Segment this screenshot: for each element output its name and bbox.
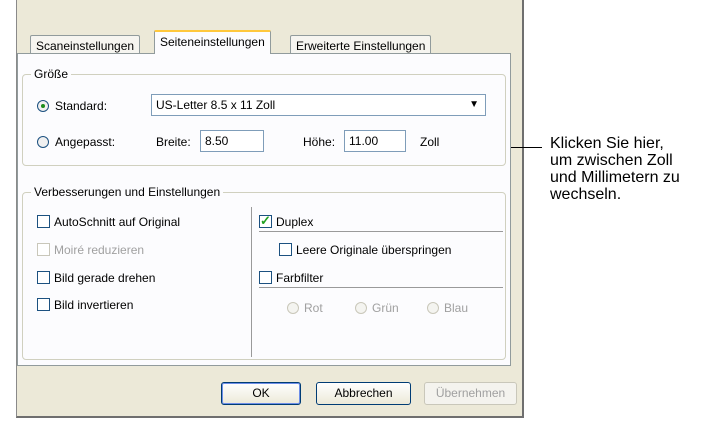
skip-blank-checkbox[interactable] (279, 243, 292, 256)
height-label: Höhe: (303, 135, 336, 149)
callout-line-1: Klicken Sie hier, (550, 135, 664, 152)
duplex-divider (259, 231, 503, 232)
callout-line-4: wechseln. (550, 186, 622, 203)
chevron-down-icon: ▼ (469, 99, 479, 110)
callout-text: Klicken Sie hier, um zwischen Zoll und M… (550, 135, 680, 203)
color-filter-label: Farbfilter (276, 271, 324, 285)
unit-toggle[interactable]: Zoll (420, 135, 439, 149)
page-settings-panel: Größe Standard: US-Letter 8.5 x 11 Zoll … (17, 53, 511, 366)
apply-button[interactable]: Übernehmen (424, 382, 517, 405)
color-filter-divider (259, 287, 503, 288)
duplex-checkbox[interactable] (259, 213, 272, 229)
callout-line-3: und Millimetern zu (550, 169, 680, 186)
custom-radio[interactable] (37, 136, 49, 148)
color-filter-checkbox[interactable] (259, 271, 272, 284)
deskew-checkbox[interactable] (37, 271, 50, 284)
column-divider (251, 207, 252, 357)
tab-page-settings[interactable]: Seiteneinstellungen (154, 30, 271, 54)
blue-label: Blau (444, 301, 469, 315)
tab-label: Seiteneinstellungen (160, 35, 265, 49)
tab-scan-settings[interactable]: Scaneinstellungen (30, 35, 141, 55)
red-radio[interactable] (287, 302, 299, 314)
height-value: 11.00 (349, 134, 379, 148)
tab-advanced-settings[interactable]: Erweiterte Einstellungen (290, 35, 432, 55)
blue-radio[interactable] (427, 302, 439, 314)
red-label: Rot (304, 301, 323, 315)
width-value: 8.50 (205, 134, 229, 148)
tab-label: Erweiterte Einstellungen (296, 39, 426, 53)
duplex-label: Duplex (276, 215, 314, 229)
width-label: Breite: (156, 135, 191, 149)
deskew-label: Bild gerade drehen (54, 271, 156, 285)
moire-label: Moiré reduzieren (54, 243, 145, 257)
invert-checkbox[interactable] (37, 298, 50, 311)
page-size-value: US-Letter 8.5 x 11 Zoll (156, 98, 276, 112)
invert-label: Bild invertieren (54, 298, 134, 312)
callout-line-2: um zwischen Zoll (550, 152, 673, 169)
skip-blank-label: Leere Originale überspringen (296, 243, 452, 257)
page-size-select[interactable]: US-Letter 8.5 x 11 Zoll ▼ (151, 94, 486, 116)
cancel-button[interactable]: Abbrechen (316, 382, 411, 405)
size-group-title: Größe (31, 67, 72, 81)
enhancements-group: Verbesserungen und Einstellungen AutoSch… (22, 185, 506, 360)
standard-label: Standard: (55, 99, 108, 113)
size-group: Größe Standard: US-Letter 8.5 x 11 Zoll … (22, 67, 506, 166)
enhancements-group-title: Verbesserungen und Einstellungen (31, 185, 224, 199)
green-label: Grün (372, 301, 399, 315)
tab-label: Scaneinstellungen (36, 39, 135, 53)
green-radio[interactable] (355, 302, 367, 314)
moire-checkbox[interactable] (37, 243, 50, 256)
autocrop-label: AutoSchnitt auf Original (54, 215, 181, 229)
custom-label: Angepasst: (55, 135, 116, 149)
width-field[interactable]: 8.50 (200, 130, 264, 152)
standard-radio[interactable] (37, 100, 49, 112)
height-field[interactable]: 11.00 (344, 130, 406, 152)
autocrop-checkbox[interactable] (37, 215, 50, 228)
ok-button[interactable]: OK (221, 382, 301, 405)
